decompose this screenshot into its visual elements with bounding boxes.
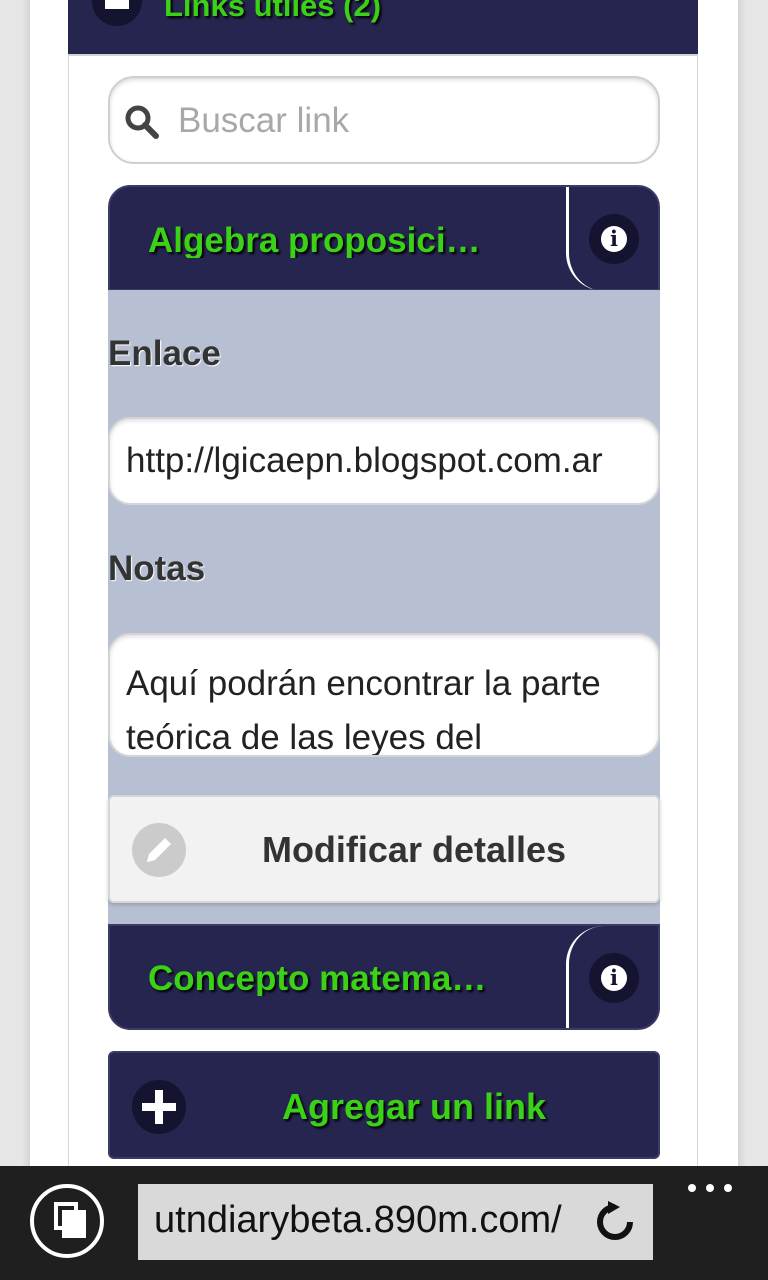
refresh-icon[interactable] <box>594 1201 636 1243</box>
modify-details-label: Modificar detalles <box>261 829 567 870</box>
add-link-button[interactable]: Agregar un link <box>108 1051 660 1159</box>
section-title: Links útiles (2) <box>164 0 382 23</box>
link-item-algebra-header[interactable]: Algebra proposici… i <box>108 185 660 291</box>
enlace-field[interactable]: http://lgicaepn.blogspot.com.ar <box>108 417 660 505</box>
minus-icon[interactable] <box>92 0 142 26</box>
info-icon: i <box>589 214 639 264</box>
notas-value: Aquí podrán encontrar la parte teórica d… <box>126 664 601 757</box>
more-icon[interactable] <box>686 1180 734 1196</box>
enlace-value: http://lgicaepn.blogspot.com.ar <box>126 441 603 480</box>
section-header-links[interactable]: Links útiles (2) <box>68 0 698 56</box>
info-button[interactable]: i <box>566 187 658 289</box>
page-shadow-left <box>22 0 30 1166</box>
info-icon: i <box>589 953 639 1003</box>
enlace-label: Enlace <box>108 334 221 373</box>
notas-label: Notas <box>108 549 206 588</box>
link-item-concepto-header[interactable]: Concepto matema… i <box>108 924 660 1030</box>
link-title: Concepto matema… <box>148 961 487 996</box>
search-icon <box>125 105 159 139</box>
search-input[interactable] <box>176 92 640 150</box>
address-url: utndiarybeta.890m.com/ <box>154 1199 562 1241</box>
search-box[interactable] <box>108 76 660 164</box>
tabs-icon[interactable] <box>30 1184 104 1258</box>
notas-field[interactable]: Aquí podrán encontrar la parte teórica d… <box>108 633 660 757</box>
add-link-label: Agregar un link <box>281 1086 547 1127</box>
link-title: Algebra proposici… <box>148 223 481 258</box>
page-shadow-right <box>738 0 746 1166</box>
info-button[interactable]: i <box>566 926 658 1028</box>
address-bar[interactable]: utndiarybeta.890m.com/ <box>138 1184 653 1260</box>
browser-bottom-bar: utndiarybeta.890m.com/ <box>0 1166 768 1280</box>
modify-details-button[interactable]: Modificar detalles <box>108 795 660 903</box>
